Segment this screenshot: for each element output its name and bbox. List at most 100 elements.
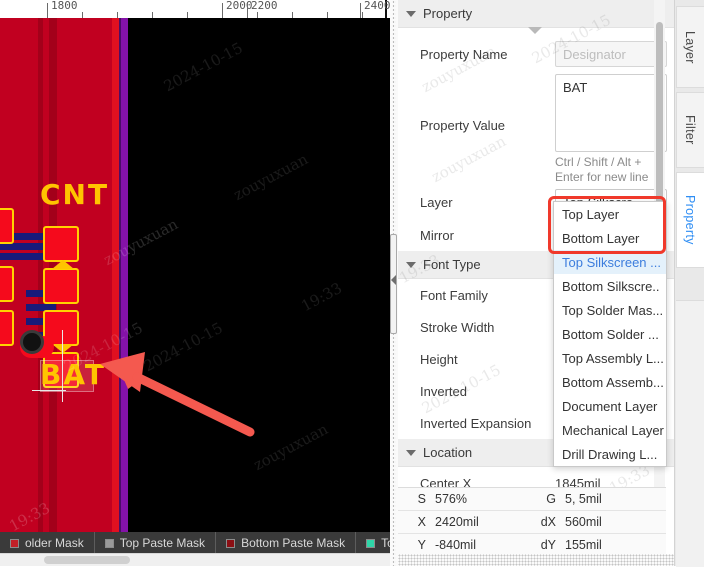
pcb-via[interactable] xyxy=(20,330,44,354)
font-family-label: Font Family xyxy=(420,287,488,303)
status-row-x: X 2420mil dX 560mil xyxy=(398,511,666,534)
status-value: 576% xyxy=(435,492,467,506)
status-readout: S 576% G 5, 5mil X 2420mil dX 560mil Y -… xyxy=(398,487,666,554)
rail-empty-area xyxy=(676,300,704,567)
status-key: G xyxy=(546,492,556,506)
layer-dropdown-list[interactable]: Top Layer Bottom Layer Top Silkscreen ..… xyxy=(553,201,667,467)
pcb-board-outline-edge xyxy=(112,18,119,532)
watermark: zouyuxuan xyxy=(250,419,331,475)
tab-label: Filter xyxy=(683,115,697,145)
section-header-property[interactable]: Property xyxy=(398,0,674,28)
layer-tab-solder-mask[interactable]: older Mask xyxy=(0,536,94,550)
canvas-horizontal-scrollbar[interactable] xyxy=(0,553,390,566)
pcb-canvas[interactable]: 1800 2000 2200 2200 2400 xyxy=(0,0,390,566)
status-cell-dy: dY 155mil xyxy=(534,538,666,552)
panel-horizontal-scrollbar[interactable] xyxy=(398,554,674,566)
dropdown-option-top-silkscreen[interactable]: Top Silkscreen ... xyxy=(554,250,666,274)
row-property-name: Property Name Designator xyxy=(398,38,674,70)
pcb-pad[interactable] xyxy=(0,310,14,346)
layer-color-swatch xyxy=(366,538,376,548)
chevron-down-icon xyxy=(406,10,416,17)
height-label: Height xyxy=(420,351,458,367)
splitter-collapse-handle[interactable] xyxy=(390,234,397,334)
horizontal-ruler[interactable]: 1800 2000 2200 xyxy=(0,0,390,18)
ruler-label-2000: 2000 xyxy=(226,0,253,12)
dropdown-option-top-assembly[interactable]: Top Assembly L... xyxy=(554,346,666,370)
status-cell-y: Y -840mil xyxy=(398,538,534,552)
pcb-mechanical-edge xyxy=(121,18,128,532)
layer-color-swatch xyxy=(104,538,114,548)
dropdown-option-bottom-assembly[interactable]: Bottom Assemb... xyxy=(554,370,666,394)
layer-color-swatch xyxy=(10,538,19,548)
property-value-hint: Ctrl / Shift / Alt + Enter for new line xyxy=(555,155,649,184)
layer-tab-top-assembly[interactable]: Top Assem xyxy=(356,536,390,550)
property-name-label: Property Name xyxy=(420,46,508,62)
layer-tab-label: Top Assem xyxy=(381,536,390,550)
silkscreen-label-cnt[interactable]: CNT xyxy=(40,178,109,211)
pcb-thermal-marker xyxy=(52,260,74,269)
status-row-y: Y -840mil dY 155mil xyxy=(398,534,666,556)
chevron-left-icon xyxy=(391,275,396,285)
dropdown-option-bottom-solder-mask[interactable]: Bottom Solder ... xyxy=(554,322,666,346)
property-value-label: Property Value xyxy=(420,118,506,133)
status-value: 2420mil xyxy=(435,515,479,529)
tab-label: Property xyxy=(683,195,697,245)
dropdown-option-document-layer[interactable]: Document Layer xyxy=(554,394,666,418)
ruler-label-1800: 1800 xyxy=(51,0,78,12)
tab-property[interactable]: Property xyxy=(675,172,704,268)
layer-label: Layer xyxy=(420,194,453,210)
status-value: 5, 5mil xyxy=(565,492,602,506)
property-value-textarea[interactable]: BAT xyxy=(555,74,667,152)
dropdown-option-mechanical-layer[interactable]: Mechanical Layer xyxy=(554,418,666,442)
status-cell-grid: G 5, 5mil xyxy=(534,492,666,506)
status-key: S xyxy=(417,492,426,506)
mirror-label: Mirror xyxy=(420,227,454,243)
layer-tab-label: older Mask xyxy=(25,536,84,550)
pcb-pad-cnt-1[interactable] xyxy=(43,226,79,262)
tab-label: Layer xyxy=(683,30,697,64)
watermark: 2024-10-15 xyxy=(160,38,246,96)
layer-tab-bottom-paste-mask[interactable]: Bottom Paste Mask xyxy=(216,536,355,550)
pcb-thermal-marker xyxy=(52,344,74,353)
layer-tab-top-paste-mask[interactable]: Top Paste Mask xyxy=(95,536,215,550)
tab-filter[interactable]: Filter xyxy=(675,92,704,168)
property-panel: Property Property Name Designator Proper… xyxy=(398,0,674,566)
pcb-pad[interactable] xyxy=(0,208,14,244)
silkscreen-label-bat[interactable]: BAT xyxy=(40,358,106,391)
canvas-scrollbar-thumb[interactable] xyxy=(44,556,130,564)
inverted-label: Inverted xyxy=(420,383,467,399)
pcb-pad-cnt-2[interactable] xyxy=(43,268,79,304)
chevron-down-icon xyxy=(406,261,416,268)
layer-tab-label: Bottom Paste Mask xyxy=(241,536,346,550)
dropdown-option-bottom-silkscreen[interactable]: Bottom Silkscre.. xyxy=(554,274,666,298)
right-tab-rail: Layer Filter Property xyxy=(674,0,704,567)
pcb-pad[interactable] xyxy=(0,266,14,302)
ruler-cursor-marker xyxy=(385,0,387,18)
status-value: 155mil xyxy=(565,538,602,552)
dropdown-option-drill-drawing[interactable]: Drill Drawing L... xyxy=(554,442,666,466)
chevron-down-icon xyxy=(406,449,416,456)
dropdown-option-top-layer[interactable]: Top Layer xyxy=(554,202,666,226)
property-name-input[interactable]: Designator xyxy=(555,41,667,67)
dropdown-option-top-solder-mask[interactable]: Top Solder Mas... xyxy=(554,298,666,322)
status-key: dY xyxy=(540,538,556,552)
watermark: 2024-10-15 xyxy=(140,318,226,376)
tab-layer[interactable]: Layer xyxy=(675,6,704,88)
layer-tab-bar[interactable]: older Mask Top Paste Mask Bottom Paste M… xyxy=(0,532,390,554)
status-cell-x: X 2420mil xyxy=(398,515,534,529)
status-key: dX xyxy=(540,515,556,529)
status-row-scale: S 576% G 5, 5mil xyxy=(398,488,666,511)
status-value: 560mil xyxy=(565,515,602,529)
status-key: X xyxy=(417,515,426,529)
crosshair-vertical xyxy=(62,330,63,402)
watermark: zouyuxuan xyxy=(230,149,311,205)
panel-collapse-marker[interactable] xyxy=(528,27,542,34)
layer-tab-label: Top Paste Mask xyxy=(119,536,206,550)
pcb-board-view[interactable]: CNT BAT 2024-10-15 zouyuxuan 19:33 2024-… xyxy=(0,18,390,535)
status-cell-dx: dX 560mil xyxy=(534,515,666,529)
dropdown-option-bottom-layer[interactable]: Bottom Layer xyxy=(554,226,666,250)
watermark: 19:33 xyxy=(298,278,345,316)
status-value: -840mil xyxy=(435,538,476,552)
panel-splitter[interactable] xyxy=(390,0,398,566)
section-title: Font Type xyxy=(423,257,481,272)
